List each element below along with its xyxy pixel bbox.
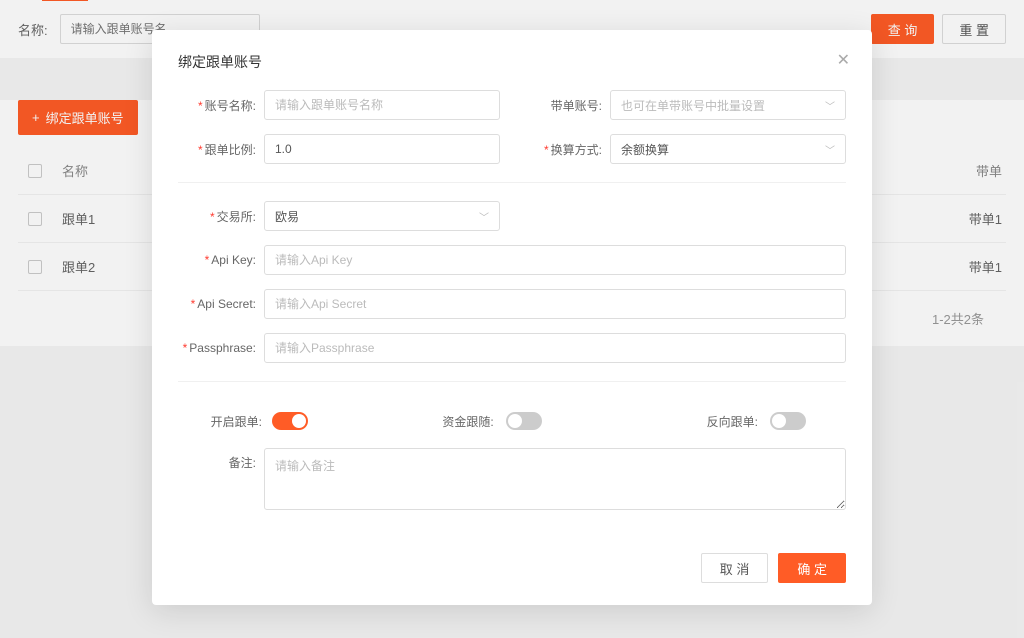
convert-mode-value: 余额换算 [621,141,669,158]
label-exchange: 交易所: [217,210,256,224]
label-account-name: 账号名称: [205,99,256,113]
label-ratio: 跟单比例: [205,143,256,157]
cancel-button[interactable]: 取 消 [701,553,769,583]
divider [178,381,846,382]
label-lead-account: 带单账号: [551,99,602,113]
chevron-down-icon: ﹀ [825,98,835,113]
divider [178,182,846,183]
passphrase-input[interactable] [264,333,846,363]
label-remark: 备注: [229,456,256,470]
reverse-follow-switch[interactable] [770,412,806,430]
label-passphrase: Passphrase: [189,341,256,355]
label-fund-follow: 资金跟随: [442,413,497,430]
modal-footer: 取 消 确 定 [178,553,846,583]
lead-account-select[interactable]: 也可在单带账号中批量设置 ﹀ [610,90,846,120]
switch-row: 开启跟单: 资金跟随: 反向跟单: [178,412,846,430]
modal-mask[interactable]: 绑定跟单账号 ✕ *账号名称: 带单账号: 也可在单带账号中批量设置 ﹀ [0,0,1024,638]
label-enable-follow: 开启跟单: [178,413,264,430]
exchange-select[interactable]: 欧易 ﹀ [264,201,500,231]
exchange-value: 欧易 [275,208,299,225]
api-key-input[interactable] [264,245,846,275]
label-convert-mode: 换算方式: [551,143,602,157]
api-secret-input[interactable] [264,289,846,319]
close-icon[interactable]: ✕ [837,50,850,70]
ratio-input[interactable] [264,134,500,164]
bind-account-modal: 绑定跟单账号 ✕ *账号名称: 带单账号: 也可在单带账号中批量设置 ﹀ [152,30,872,605]
remark-textarea[interactable] [264,448,846,510]
chevron-down-icon: ﹀ [479,209,489,224]
convert-mode-select[interactable]: 余额换算 ﹀ [610,134,846,164]
confirm-button[interactable]: 确 定 [778,553,846,583]
account-name-input[interactable] [264,90,500,120]
label-reverse-follow: 反向跟单: [707,413,762,430]
label-api-secret: Api Secret: [197,297,256,311]
label-api-key: Api Key: [211,253,256,267]
modal-title: 绑定跟单账号 [178,52,846,72]
lead-account-placeholder: 也可在单带账号中批量设置 [621,97,765,114]
enable-follow-switch[interactable] [272,412,308,430]
fund-follow-switch[interactable] [506,412,542,430]
chevron-down-icon: ﹀ [825,142,835,157]
